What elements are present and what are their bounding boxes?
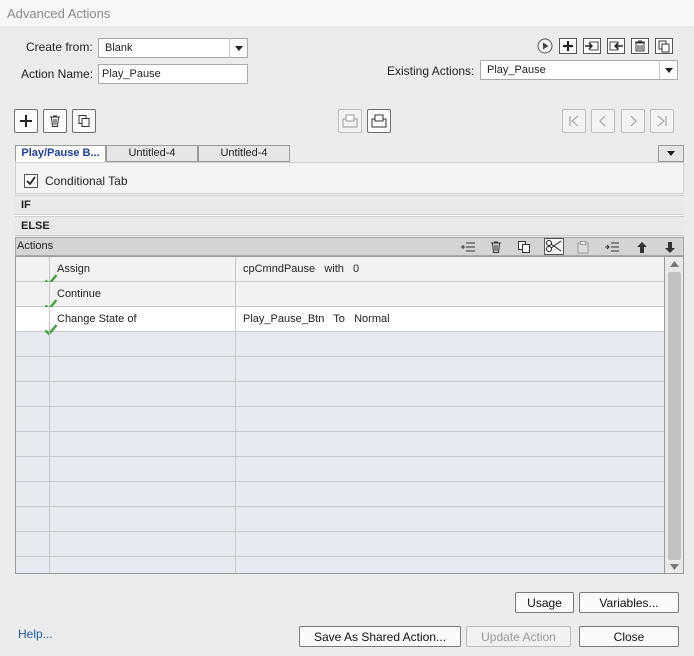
table-row[interactable] [16,457,664,482]
table-row[interactable] [16,357,664,382]
action-cell[interactable]: Change State of [50,307,236,332]
create-from-label: Create from: [26,40,93,54]
params-cell[interactable]: cpCmndPause with 0 [236,257,664,282]
tab-untitled-4[interactable]: Untitled-4 [106,145,198,162]
else-section[interactable]: ELSE [15,216,684,236]
usage-button[interactable]: Usage [515,592,574,613]
paste-icon [371,114,387,128]
save-shared-action-button[interactable]: Save As Shared Action... [299,626,461,647]
action-name-label: Action Name: [21,67,94,81]
table-row[interactable] [16,557,664,573]
create-from-dropdown[interactable]: Blank [98,38,248,58]
trash-icon[interactable] [486,238,506,256]
actions-scrollbar[interactable] [665,256,684,574]
table-row[interactable]: Change State of Play_Pause_Btn To Normal [16,307,664,336]
table-row[interactable] [16,407,664,432]
chevron-down-icon [659,61,677,79]
chevron-down-icon[interactable] [670,564,679,570]
tabs-overflow-button[interactable] [658,145,684,162]
chevron-down-icon [667,151,675,156]
trash-icon[interactable] [630,37,650,55]
actions-label: Actions [17,240,54,252]
existing-actions-value: Play_Pause [487,64,546,76]
delete-decision-button[interactable] [43,109,67,133]
table-row[interactable] [16,482,664,507]
window-title: Advanced Actions [0,0,694,26]
table-row[interactable]: Assign cpCmndPause with 0 [16,257,664,286]
chevron-down-icon [229,39,247,57]
add-decision-button[interactable] [14,109,38,133]
actions-grid: Assign cpCmndPause with 0 Continue Chang… [15,256,665,574]
paste-decision-button[interactable] [367,109,391,133]
params-cell[interactable]: Play_Pause_Btn To Normal [236,307,664,332]
tab-untitled-4-b[interactable]: Untitled-4 [198,145,290,162]
copy-decision-button[interactable] [338,109,362,133]
help-link[interactable]: Help... [18,627,53,641]
table-row[interactable] [16,532,664,557]
copy-icon [342,114,358,128]
existing-actions-label: Existing Actions: [387,64,475,78]
duplicate-icon [78,115,90,127]
last-tab-button[interactable] [650,109,674,133]
table-row[interactable] [16,332,664,357]
arrow-down-icon[interactable] [660,238,680,256]
first-tab-button[interactable] [562,109,586,133]
arrow-up-icon[interactable] [632,238,652,256]
conditional-tab-label: Conditional Tab [45,174,128,188]
cut-icon[interactable] [544,238,564,255]
plus-icon [20,115,32,127]
previous-tab-button[interactable] [591,109,615,133]
export-action-icon[interactable] [606,37,626,55]
duplicate-icon[interactable] [654,37,674,55]
tab-play-pause[interactable]: Play/Pause B... [15,145,106,162]
existing-actions-dropdown[interactable]: Play_Pause [480,60,678,80]
table-row[interactable] [16,432,664,457]
check-icon [26,176,36,186]
scrollbar-thumb[interactable] [668,272,681,560]
play-preview-icon[interactable] [535,37,555,55]
add-action-icon[interactable] [558,37,578,55]
update-action-button[interactable]: Update Action [466,626,571,647]
if-section[interactable]: IF [15,195,684,215]
close-button[interactable]: Close [579,626,679,647]
table-row[interactable] [16,507,664,532]
status-cell [16,257,58,286]
trash-icon [50,115,60,127]
chevron-up-icon[interactable] [670,261,679,267]
variables-button[interactable]: Variables... [579,592,679,613]
indent-icon[interactable] [602,238,622,256]
status-cell [16,307,58,336]
table-row[interactable] [16,382,664,407]
chevron-left-icon [599,115,606,127]
action-cell[interactable]: Continue [50,282,236,307]
import-action-icon[interactable] [582,37,602,55]
action-cell[interactable]: Assign [50,257,236,282]
next-tab-button[interactable] [621,109,645,133]
params-cell[interactable] [236,282,664,307]
create-from-value: Blank [105,42,133,54]
copy-icon[interactable] [514,238,534,256]
action-name-input[interactable]: Play_Pause [98,64,248,84]
skip-last-icon [657,115,667,127]
skip-first-icon [569,115,579,127]
chevron-right-icon [630,115,637,127]
paste-icon[interactable] [573,238,593,256]
table-row[interactable]: Continue [16,282,664,311]
conditional-checkbox[interactable] [24,174,38,188]
insert-action-icon[interactable] [458,238,478,256]
status-cell [16,282,58,311]
duplicate-decision-button[interactable] [72,109,96,133]
